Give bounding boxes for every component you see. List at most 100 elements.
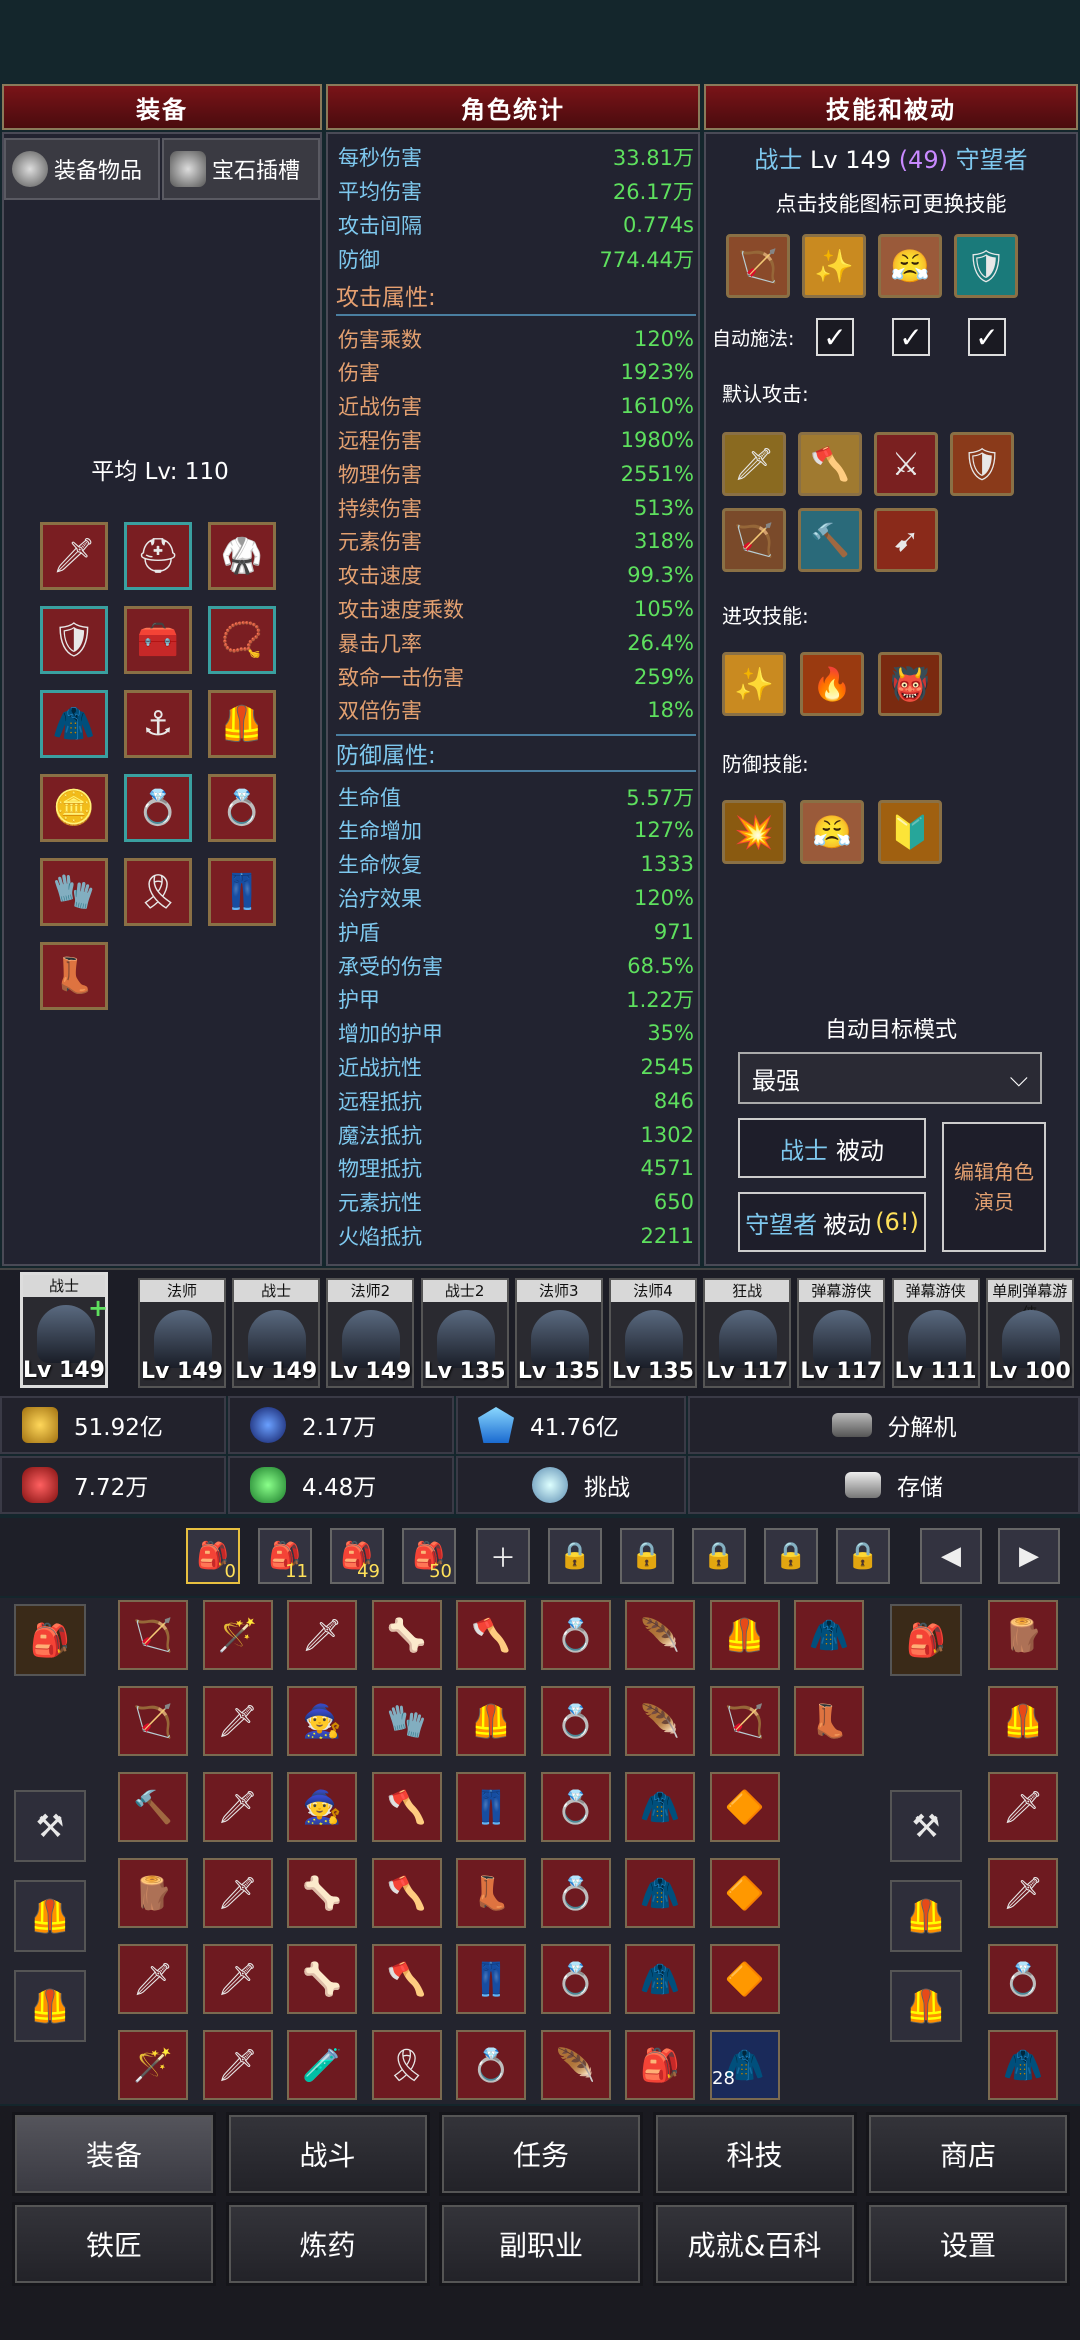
defense-skill-3[interactable]: 🔰 bbox=[878, 800, 942, 864]
inventory-item[interactable]: 🗡 bbox=[202, 1858, 273, 1928]
hero-card[interactable]: 弹幕游侠 Lv 111 bbox=[891, 1278, 980, 1388]
locked-bag-2[interactable]: 🔒 bbox=[620, 1528, 674, 1584]
equip-slot[interactable]: ⚓ bbox=[124, 690, 192, 758]
default-attack-shield-icon[interactable]: 🛡 bbox=[950, 432, 1014, 496]
inventory-item[interactable]: 🪵 bbox=[988, 1600, 1058, 1670]
inventory-item[interactable]: 🗡 bbox=[118, 1944, 188, 2014]
equip-slot[interactable]: 💍 bbox=[208, 774, 276, 842]
next-page-button[interactable]: ▶ bbox=[998, 1528, 1060, 1584]
auto-cast-checkbox-2[interactable]: ✓ bbox=[892, 318, 930, 356]
inventory-item[interactable]: 🪓 bbox=[371, 1772, 442, 1842]
hero-card[interactable]: 弹幕游侠 Lv 117 bbox=[797, 1278, 886, 1388]
challenge-button[interactable]: 挑战 bbox=[456, 1456, 686, 1514]
inventory-item[interactable]: 💍 bbox=[988, 1944, 1058, 2014]
inventory-item[interactable]: 🏹 bbox=[709, 1686, 780, 1756]
equip-slot[interactable]: 🧥 bbox=[40, 690, 108, 758]
inventory-item[interactable]: 👢 bbox=[456, 1858, 526, 1928]
offense-skill-3[interactable]: 👹 bbox=[878, 652, 942, 716]
salvage-button[interactable]: 分解机 bbox=[688, 1396, 1080, 1454]
inventory-item[interactable]: 🧥 bbox=[625, 1858, 695, 1928]
equip-slot[interactable]: 🥋 bbox=[208, 522, 276, 590]
default-attack-hammer-icon[interactable]: 🔨 bbox=[798, 508, 862, 572]
inventory-item[interactable]: 🗡 bbox=[202, 1944, 273, 2014]
inventory-item[interactable]: 🦺 bbox=[709, 1600, 780, 1670]
hero-card[interactable]: 战士2 Lv 135 bbox=[420, 1278, 509, 1388]
warrior-passive-button[interactable]: 战士 被动 bbox=[738, 1118, 926, 1178]
inventory-item[interactable]: 🔶 bbox=[709, 1772, 780, 1842]
inventory-item[interactable]: 🧥 bbox=[625, 1944, 695, 2014]
inventory-item[interactable]: 🦺 bbox=[988, 1686, 1058, 1756]
inventory-item[interactable]: 🪓 bbox=[456, 1600, 526, 1670]
inventory-item[interactable]: 🪵 bbox=[118, 1858, 188, 1928]
equip-slot[interactable]: ⛑ bbox=[124, 522, 192, 590]
inventory-item[interactable]: 🔶 bbox=[709, 1944, 780, 2014]
inventory-item[interactable]: 🧥 bbox=[709, 2030, 780, 2100]
inventory-item[interactable]: 👖 bbox=[456, 1772, 526, 1842]
default-attack-cleave-icon[interactable]: ⚔ bbox=[874, 432, 938, 496]
inventory-item[interactable]: 🦴 bbox=[287, 1944, 357, 2014]
inventory-item[interactable]: 🎗 bbox=[371, 2030, 442, 2100]
equip-slot[interactable]: 🛡 bbox=[40, 606, 108, 674]
auto-cast-checkbox-3[interactable]: ✓ bbox=[968, 318, 1006, 356]
equip-slot[interactable]: 🗡 bbox=[40, 522, 108, 590]
inventory-item[interactable]: 💍 bbox=[540, 1858, 611, 1928]
inventory-item[interactable]: 🗡 bbox=[202, 1686, 273, 1756]
locked-bag-3[interactable]: 🔒 bbox=[692, 1528, 746, 1584]
left-bag-icon[interactable]: 🎒 bbox=[14, 1604, 86, 1676]
inventory-item[interactable]: 🪄 bbox=[118, 2030, 188, 2100]
bag-tab[interactable]: 🎒 11 bbox=[258, 1528, 312, 1584]
gem-slots-tab[interactable]: 宝石插槽 bbox=[162, 138, 320, 200]
right-bag-icon[interactable]: 🎒 bbox=[890, 1604, 962, 1676]
hero-card[interactable]: 法师3 Lv 135 bbox=[514, 1278, 603, 1388]
inventory-item[interactable]: 🗡 bbox=[988, 1772, 1058, 1842]
inventory-item[interactable]: 💍 bbox=[540, 1772, 611, 1842]
nav-button[interactable]: 铁匠 bbox=[12, 2202, 216, 2286]
nav-button[interactable]: 战斗 bbox=[225, 2112, 430, 2196]
equip-slot[interactable]: 🧰 bbox=[124, 606, 192, 674]
inventory-item[interactable]: 🗡 bbox=[202, 2030, 273, 2100]
inventory-item[interactable]: 💍 bbox=[540, 1686, 611, 1756]
nav-button[interactable]: 设置 bbox=[866, 2202, 1070, 2286]
inventory-item[interactable]: 👖 bbox=[456, 1944, 526, 2014]
skill-slot-4[interactable]: 🛡 bbox=[954, 234, 1018, 298]
equip-slot[interactable]: 🦺 bbox=[208, 690, 276, 758]
inventory-item[interactable]: 🪓 bbox=[371, 1944, 442, 2014]
inventory-item[interactable]: 🪄 bbox=[202, 1600, 273, 1670]
defense-skill-1[interactable]: 💥 bbox=[722, 800, 786, 864]
inventory-item[interactable]: 🧤 bbox=[371, 1686, 442, 1756]
hero-card[interactable]: 战士 Lv 149 bbox=[20, 1272, 108, 1388]
hero-card[interactable]: 法师 Lv 149 bbox=[138, 1278, 226, 1388]
inventory-item[interactable]: 🧙 bbox=[287, 1686, 357, 1756]
hero-card[interactable]: 法师4 Lv 135 bbox=[609, 1278, 697, 1388]
inventory-item[interactable]: 🔨 bbox=[118, 1772, 188, 1842]
inventory-item[interactable]: 🏹 bbox=[118, 1686, 188, 1756]
prev-page-button[interactable]: ◀ bbox=[920, 1528, 982, 1584]
equip-slot[interactable]: 👢 bbox=[40, 942, 108, 1010]
inventory-item[interactable]: 👢 bbox=[794, 1686, 864, 1756]
hero-card[interactable]: 法师2 Lv 149 bbox=[326, 1278, 415, 1388]
offense-skill-2[interactable]: 🔥 bbox=[800, 652, 864, 716]
equip-items-tab[interactable]: 装备物品 bbox=[4, 138, 160, 200]
storage-button[interactable]: 存储 bbox=[688, 1456, 1080, 1514]
inventory-item[interactable]: 🧥 bbox=[988, 2030, 1058, 2100]
add-bag-button[interactable]: ＋ bbox=[476, 1528, 530, 1584]
guard-passive-button[interactable]: 守望者 被动 (6!) bbox=[738, 1192, 926, 1252]
skill-slot-2[interactable]: ✨ bbox=[802, 234, 866, 298]
defense-skill-2[interactable]: 😤 bbox=[800, 800, 864, 864]
inventory-item[interactable]: 🪓 bbox=[371, 1858, 442, 1928]
inventory-item[interactable]: 🪶 bbox=[540, 2030, 611, 2100]
equip-slot[interactable]: 💍 bbox=[124, 774, 192, 842]
nav-button[interactable]: 任务 bbox=[439, 2112, 643, 2196]
locked-bag-5[interactable]: 🔒 bbox=[836, 1528, 890, 1584]
right-upgrade-armor-icon[interactable]: 🦺 bbox=[890, 1970, 962, 2042]
nav-button[interactable]: 副职业 bbox=[439, 2202, 643, 2286]
inventory-item[interactable]: 🔶 bbox=[709, 1858, 780, 1928]
locked-bag-1[interactable]: 🔒 bbox=[548, 1528, 602, 1584]
default-attack-sword-icon[interactable]: 🗡 bbox=[722, 432, 786, 496]
equip-slot[interactable]: 🎗 bbox=[124, 858, 192, 926]
bag-tab[interactable]: 🎒 0 bbox=[186, 1528, 240, 1584]
right-salvage-icon[interactable]: ⚒ bbox=[890, 1790, 962, 1862]
equip-slot[interactable]: 👖 bbox=[208, 858, 276, 926]
inventory-item[interactable]: 💍 bbox=[540, 1944, 611, 2014]
edit-roles-button[interactable]: 编辑角色演员 bbox=[942, 1122, 1046, 1252]
